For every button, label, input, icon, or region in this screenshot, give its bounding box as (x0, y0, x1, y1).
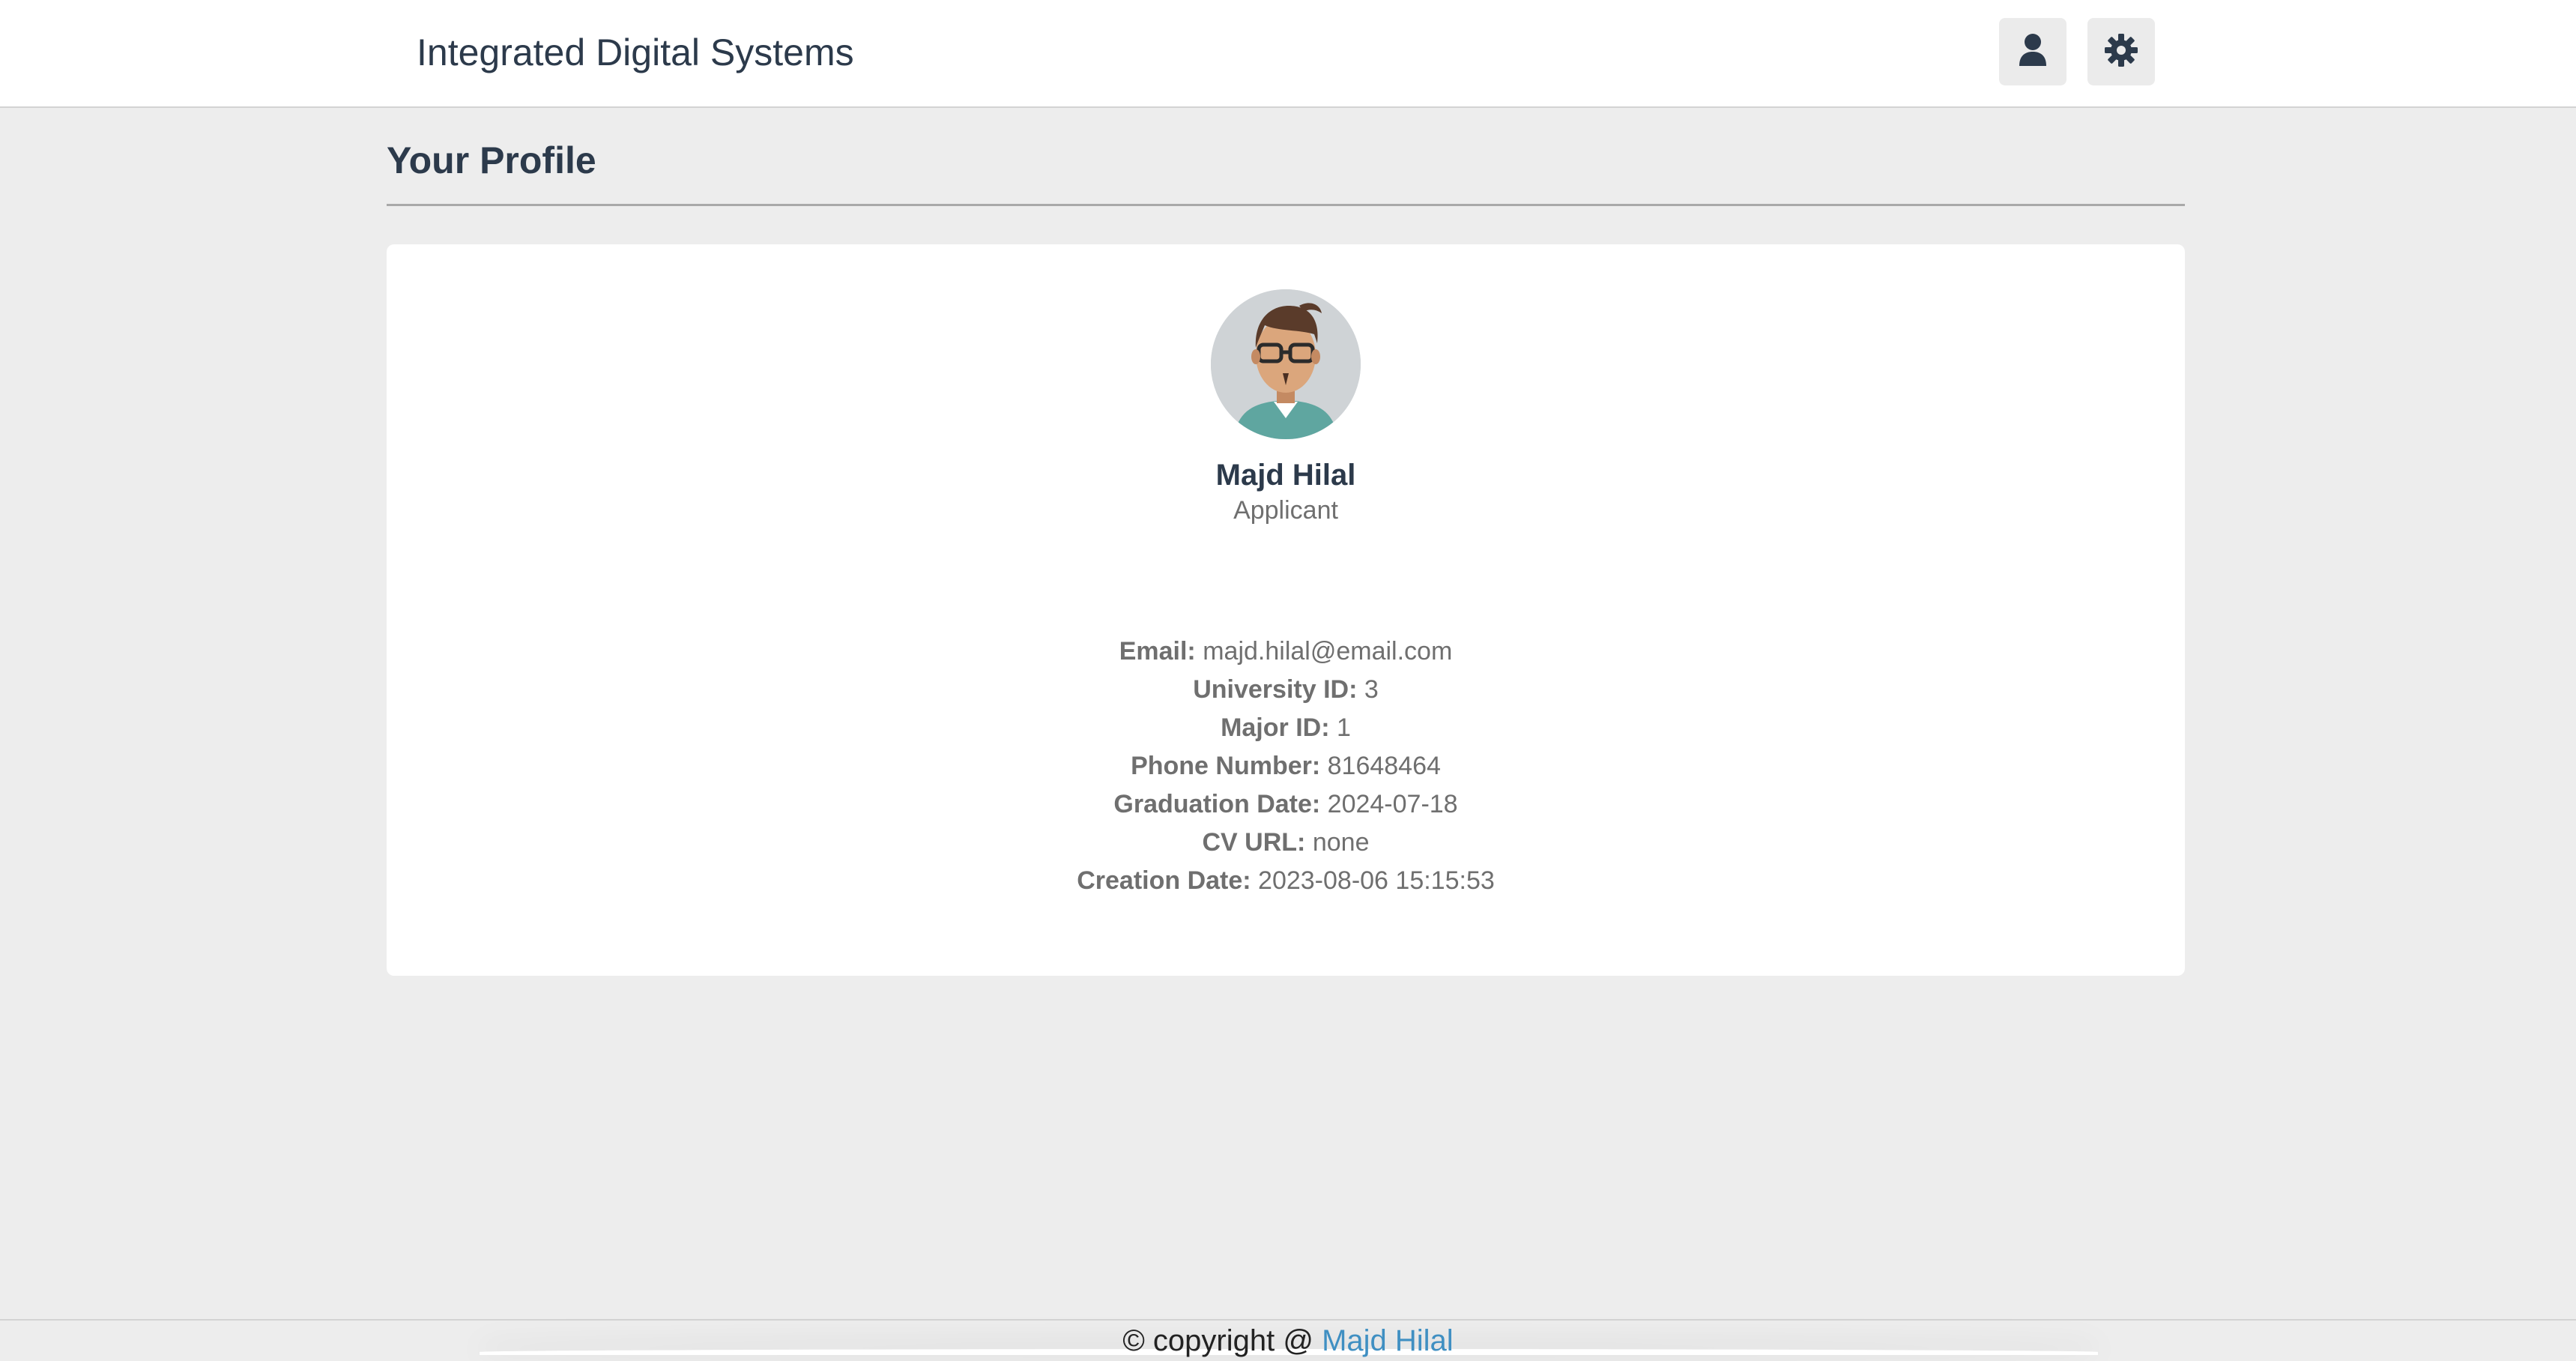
detail-label: Major ID: (1221, 713, 1330, 742)
detail-major-id: Major ID: 1 (761, 709, 1810, 747)
detail-label: Creation Date: (1077, 866, 1251, 895)
page-title: Your Profile (387, 139, 596, 181)
profile-details: Email: majd.hilal@email.com University I… (761, 633, 1810, 900)
detail-value: 2023-08-06 15:15:53 (1258, 866, 1495, 895)
avatar (1211, 289, 1361, 439)
detail-value: majd.hilal@email.com (1203, 637, 1453, 666)
author-link[interactable]: Majd Hilal (1322, 1324, 1454, 1357)
detail-phone-number: Phone Number: 81648464 (761, 747, 1810, 785)
brand-title[interactable]: Integrated Digital Systems (417, 28, 854, 76)
detail-value: 3 (1364, 675, 1379, 704)
detail-value: 2024-07-18 (1327, 790, 1458, 818)
copyright-text: © copyright @ (1122, 1324, 1322, 1357)
profile-role: Applicant (1233, 496, 1338, 525)
detail-label: Graduation Date: (1113, 790, 1321, 818)
detail-label: Email: (1119, 637, 1196, 666)
detail-graduation-date: Graduation Date: 2024-07-18 (761, 785, 1810, 824)
detail-email: Email: majd.hilal@email.com (761, 633, 1810, 671)
avatar-illustration (1211, 289, 1361, 439)
title-divider (387, 204, 2185, 206)
profile-name: Majd Hilal (1215, 459, 1356, 492)
detail-value: none (1312, 828, 1370, 857)
detail-university-id: University ID: 3 (761, 671, 1810, 709)
detail-value: 81648464 (1327, 752, 1441, 780)
detail-label: University ID: (1193, 675, 1358, 704)
detail-label: CV URL: (1202, 828, 1306, 857)
user-icon (2018, 33, 2048, 71)
detail-value: 1 (1336, 713, 1351, 742)
detail-cv-url: CV URL: none (761, 824, 1810, 862)
top-navbar: Integrated Digital Systems (0, 0, 2576, 108)
detail-creation-date: Creation Date: 2023-08-06 15:15:53 (761, 862, 1810, 900)
profile-button[interactable] (1999, 18, 2066, 85)
detail-label: Phone Number: (1131, 752, 1321, 780)
gear-icon (2104, 33, 2138, 71)
settings-button[interactable] (2087, 18, 2155, 85)
